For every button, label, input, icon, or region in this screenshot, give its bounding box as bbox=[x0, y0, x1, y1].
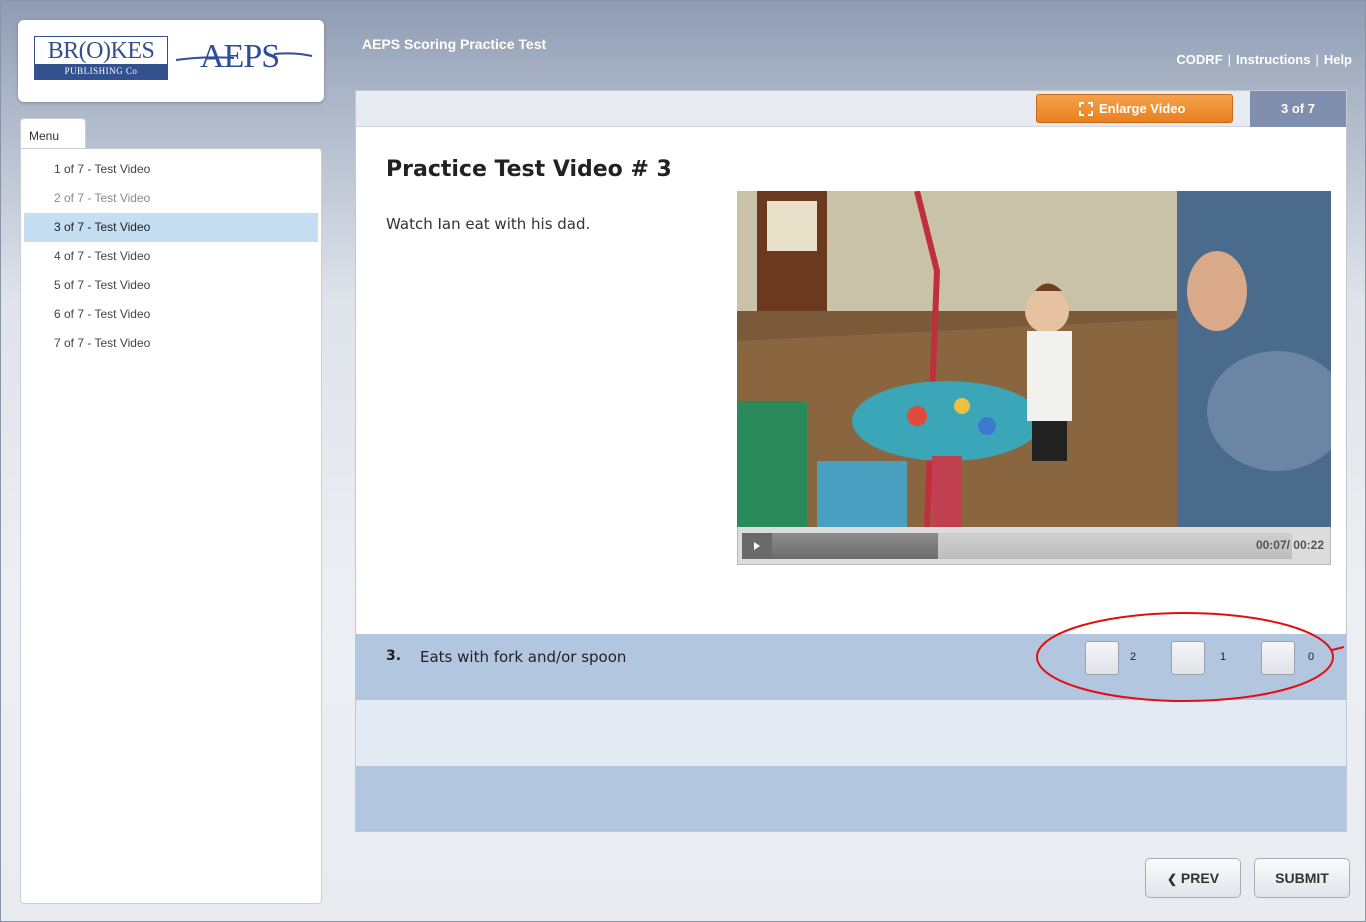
video-instructions: Watch Ian eat with his dad. bbox=[386, 215, 591, 233]
sidebar-item-5[interactable]: 5 of 7 - Test Video bbox=[24, 271, 318, 300]
brookes-logo: BR(O)KES PUBLISHING Co bbox=[34, 36, 168, 80]
content-panel: Enlarge Video 3 of 7 Practice Test Video… bbox=[355, 90, 1347, 832]
video-progress-bar[interactable] bbox=[772, 533, 1292, 559]
link-separator: | bbox=[1227, 52, 1232, 67]
logo-area: BR(O)KES PUBLISHING Co AEPS bbox=[18, 20, 324, 102]
menu-tab[interactable]: Menu bbox=[20, 118, 86, 148]
video-controls: 00:07/ 00:22 bbox=[737, 527, 1331, 565]
video-progress-fill bbox=[772, 533, 939, 559]
sidebar-menu: 1 of 7 - Test Video 2 of 7 - Test Video … bbox=[20, 148, 322, 904]
page-title: Practice Test Video # 3 bbox=[386, 157, 672, 182]
submit-button[interactable]: SUBMIT bbox=[1254, 858, 1350, 898]
empty-row bbox=[356, 766, 1346, 831]
sidebar-item-4[interactable]: 4 of 7 - Test Video bbox=[24, 242, 318, 271]
brookes-logo-text: BR(O)KES bbox=[47, 38, 155, 64]
prev-label: PREV bbox=[1180, 870, 1220, 886]
content-toolbar: Enlarge Video 3 of 7 bbox=[356, 91, 1346, 127]
help-link[interactable]: Help bbox=[1324, 52, 1352, 67]
question-text: Eats with fork and/or spoon bbox=[420, 648, 627, 666]
sidebar-item-7[interactable]: 7 of 7 - Test Video bbox=[24, 329, 318, 358]
expand-icon bbox=[1079, 102, 1093, 116]
prev-button[interactable]: ❮ PREV bbox=[1145, 858, 1241, 898]
sidebar-item-2[interactable]: 2 of 7 - Test Video bbox=[24, 184, 318, 213]
play-icon[interactable] bbox=[742, 533, 772, 559]
link-separator: | bbox=[1315, 52, 1319, 67]
sidebar-item-1[interactable]: 1 of 7 - Test Video bbox=[24, 155, 318, 184]
aeps-logo-text: AEPS bbox=[200, 38, 280, 75]
chevron-left-icon: ❮ bbox=[1166, 872, 1178, 886]
sidebar-item-6[interactable]: 6 of 7 - Test Video bbox=[24, 300, 318, 329]
video-still-image bbox=[737, 191, 1331, 527]
instructions-link[interactable]: Instructions bbox=[1236, 52, 1310, 67]
enlarge-video-label: Enlarge Video bbox=[1099, 101, 1186, 116]
annotation-ellipse bbox=[1036, 612, 1344, 702]
app-title: AEPS Scoring Practice Test bbox=[362, 36, 547, 52]
page-counter: 3 of 7 bbox=[1250, 91, 1346, 127]
video-frame[interactable] bbox=[737, 191, 1331, 527]
empty-row bbox=[356, 700, 1346, 766]
enlarge-video-button[interactable]: Enlarge Video bbox=[1036, 94, 1233, 123]
question-number: 3. bbox=[386, 648, 402, 664]
top-links: CODRF | Instructions | Help bbox=[1176, 52, 1352, 67]
codrf-link[interactable]: CODRF bbox=[1176, 52, 1222, 67]
sidebar-item-3[interactable]: 3 of 7 - Test Video bbox=[24, 213, 318, 242]
video-time: 00:07/ 00:22 bbox=[1255, 538, 1324, 552]
brookes-logo-subtext: PUBLISHING Co bbox=[35, 64, 167, 79]
